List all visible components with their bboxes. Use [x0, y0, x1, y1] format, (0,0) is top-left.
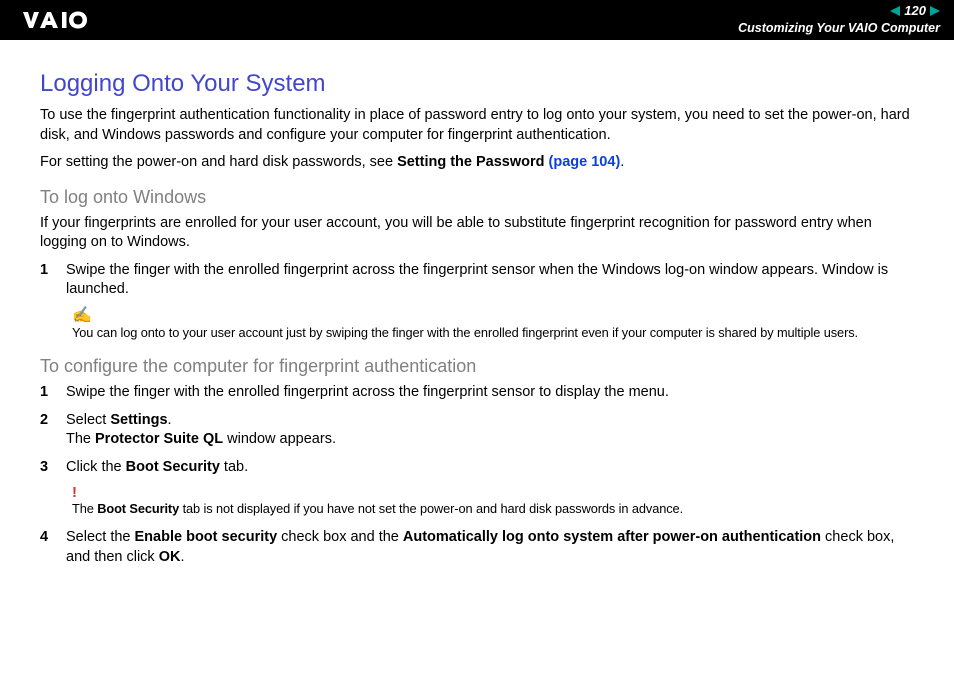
page-nav: 120: [738, 3, 940, 19]
step-text: Select Settings. The Protector Suite QL …: [66, 411, 914, 450]
bold-boot-security: Boot Security: [126, 459, 220, 475]
step-text: Swipe the finger with the enrolled finge…: [66, 261, 914, 300]
intro2-prefix: For setting the power-on and hard disk p…: [40, 154, 397, 170]
bold-enable-boot-security: Enable boot security: [135, 529, 278, 545]
sectionA-step1: 1 Swipe the finger with the enrolled fin…: [40, 261, 914, 300]
bold-protector-suite: Protector Suite QL: [95, 431, 223, 447]
t: tab.: [220, 459, 248, 475]
sectionA-para: If your fingerprints are enrolled for yo…: [40, 214, 914, 253]
t: window appears.: [223, 431, 336, 447]
sectionA-note: ✍ You can log onto to your user account …: [40, 308, 914, 342]
step-number: 1: [40, 261, 66, 300]
sectionB-step3: 3 Click the Boot Security tab.: [40, 458, 914, 478]
next-page-icon[interactable]: [930, 6, 940, 16]
step-text: Select the Enable boot security check bo…: [66, 528, 914, 567]
intro-paragraph-1: To use the fingerprint authentication fu…: [40, 106, 914, 145]
page-104-link[interactable]: (page 104): [549, 154, 621, 170]
bold-boot-security-warn: Boot Security: [97, 501, 179, 516]
vaio-logo: [18, 11, 128, 29]
t: Select the: [66, 529, 135, 545]
t: The: [72, 501, 97, 516]
t: The: [66, 431, 95, 447]
step-number: 1: [40, 383, 66, 403]
step-text: Swipe the finger with the enrolled finge…: [66, 383, 914, 403]
sectionB-step1: 1 Swipe the finger with the enrolled fin…: [40, 383, 914, 403]
page-number: 120: [904, 3, 926, 19]
bold-ok: OK: [159, 549, 181, 565]
step-number: 4: [40, 528, 66, 567]
intro2-bold: Setting the Password: [397, 154, 544, 170]
t: .: [168, 412, 172, 428]
sectionB-step4: 4 Select the Enable boot security check …: [40, 528, 914, 567]
t: Click the: [66, 459, 126, 475]
heading-log-onto-windows: To log onto Windows: [40, 187, 914, 208]
intro2-suffix: .: [620, 154, 624, 170]
sectionB-warning: ! The Boot Security tab is not displayed…: [40, 485, 914, 518]
intro-paragraph-2: For setting the power-on and hard disk p…: [40, 153, 914, 173]
note-icon: ✍: [72, 308, 914, 324]
warning-text: The Boot Security tab is not displayed i…: [72, 501, 683, 516]
bold-auto-logon: Automatically log onto system after powe…: [403, 529, 821, 545]
step-number: 2: [40, 411, 66, 450]
step-number: 3: [40, 458, 66, 478]
t: tab is not displayed if you have not set…: [179, 501, 683, 516]
header-right: 120 Customizing Your VAIO Computer: [738, 3, 940, 37]
header-bar: 120 Customizing Your VAIO Computer: [0, 0, 954, 40]
step-text: Click the Boot Security tab.: [66, 458, 914, 478]
t: Select: [66, 412, 110, 428]
prev-page-icon[interactable]: [890, 6, 900, 16]
t: .: [180, 549, 184, 565]
sectionB-step2: 2 Select Settings. The Protector Suite Q…: [40, 411, 914, 450]
section-name: Customizing Your VAIO Computer: [738, 21, 940, 37]
t: check box and the: [277, 529, 403, 545]
warning-icon: !: [72, 485, 914, 500]
heading-configure-fingerprint: To configure the computer for fingerprin…: [40, 356, 914, 377]
page-title: Logging Onto Your System: [40, 70, 914, 98]
page-content: Logging Onto Your System To use the fing…: [0, 40, 954, 595]
bold-settings: Settings: [110, 412, 167, 428]
note-text: You can log onto to your user account ju…: [72, 325, 858, 340]
